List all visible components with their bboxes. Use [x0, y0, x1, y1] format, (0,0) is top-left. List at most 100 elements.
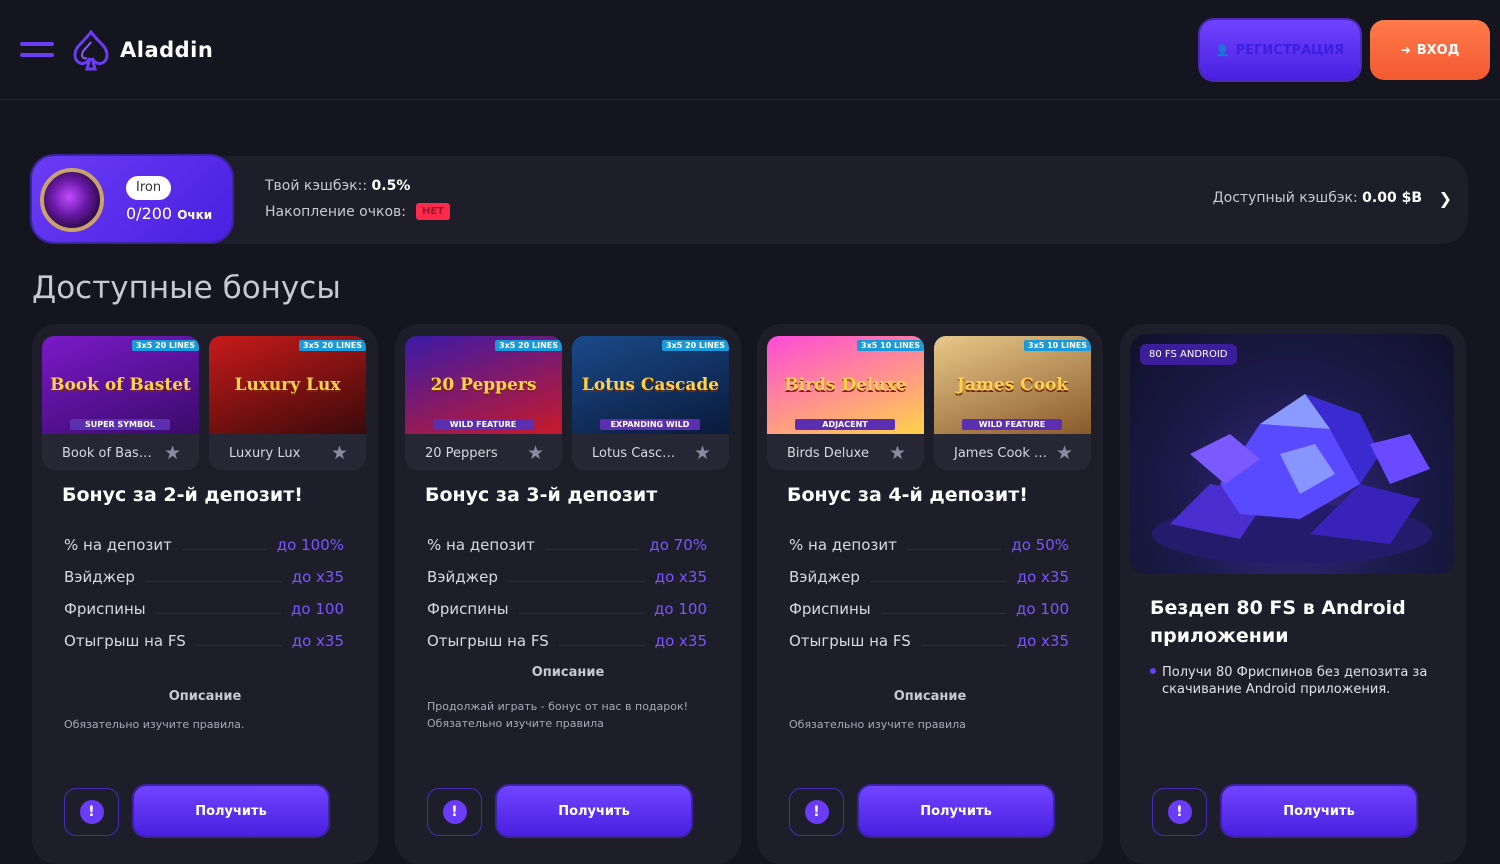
term-label: Фриспины: [789, 600, 871, 618]
status-badge: НЕТ: [415, 203, 451, 220]
description-text: Обязательно изучите правила.: [64, 718, 245, 731]
game-tile[interactable]: Lotus Cascade 3x5 20 LINES EXPANDING WIL…: [572, 336, 729, 470]
bonus-term-row: Отыгрыш на FS до x35: [789, 625, 1069, 657]
term-label: Фриспины: [427, 600, 509, 618]
game-name: Birds Deluxe: [787, 446, 869, 461]
game-thumbnail[interactable]: Birds Deluxe 3x5 10 LINES ADJACENT: [767, 336, 924, 434]
top-header: Aladdin 👤 РЕГИСТРАЦИЯ ➜ ВХОД: [0, 0, 1500, 100]
bonus-term-row: Вэйджер до x35: [64, 561, 344, 593]
loyalty-level-card[interactable]: Iron 0/200 Очки: [32, 156, 232, 242]
game-list: Book of Bastet 3x5 20 LINES SUPER SYMBOL…: [42, 336, 366, 470]
term-label: Отыгрыш на FS: [789, 632, 911, 650]
game-tile[interactable]: 20 Peppers 3x5 20 LINES WILD FEATURE 20 …: [405, 336, 562, 470]
game-thumbnail[interactable]: James Cook 3x5 10 LINES WILD FEATURE: [934, 336, 1091, 434]
term-value: до 70%: [649, 536, 707, 554]
game-art-title: Lotus Cascade: [581, 374, 720, 395]
game-art-title: Birds Deluxe: [784, 374, 907, 395]
dotted-divider: [195, 644, 282, 646]
promo-title: Бездеп 80 FS в Android приложении: [1150, 597, 1406, 647]
star-icon[interactable]: ★: [164, 442, 181, 464]
game-thumbnail[interactable]: Lotus Cascade 3x5 20 LINES EXPANDING WIL…: [572, 336, 729, 434]
game-list: 20 Peppers 3x5 20 LINES WILD FEATURE 20 …: [405, 336, 729, 470]
star-icon[interactable]: ★: [1056, 442, 1073, 464]
bonus-terms: % на депозит до 100% Вэйджер до x35 Фрис…: [64, 529, 344, 657]
term-label: % на депозит: [789, 536, 897, 554]
game-name: Lotus Casc…: [592, 446, 676, 461]
bonus-card: Birds Deluxe 3x5 10 LINES ADJACENT Birds…: [757, 324, 1103, 864]
promo-image: 80 FS ANDROID: [1130, 334, 1454, 574]
game-tile[interactable]: Luxury Lux 3x5 20 LINES Luxury Lux ★: [209, 336, 366, 470]
chevron-right-icon[interactable]: ❯: [1439, 189, 1452, 208]
star-icon[interactable]: ★: [694, 442, 711, 464]
game-feature-tag: EXPANDING WILD: [600, 419, 700, 430]
game-lines-tag: 3x5 20 LINES: [662, 340, 729, 351]
bonus-term-row: Отыгрыш на FS до x35: [64, 625, 344, 657]
term-label: Отыгрыш на FS: [64, 632, 186, 650]
bonus-term-row: Вэйджер до x35: [789, 561, 1069, 593]
term-label: % на депозит: [64, 536, 172, 554]
brand-name[interactable]: Aladdin: [120, 38, 213, 62]
star-icon[interactable]: ★: [331, 442, 348, 464]
description-title: Описание: [893, 689, 967, 704]
cashback-rate-value: 0.5%: [371, 178, 411, 194]
game-thumbnail[interactable]: Luxury Lux 3x5 20 LINES: [209, 336, 366, 434]
dotted-divider: [869, 580, 1007, 582]
game-tile[interactable]: James Cook 3x5 10 LINES WILD FEATURE Jam…: [934, 336, 1091, 470]
term-value: до x35: [1016, 568, 1069, 586]
game-tile[interactable]: Book of Bastet 3x5 20 LINES SUPER SYMBOL…: [42, 336, 199, 470]
bonus-term-row: Фриспины до 100: [789, 593, 1069, 625]
term-label: Вэйджер: [427, 568, 498, 586]
get-bonus-button[interactable]: Получить: [859, 786, 1053, 836]
available-cashback: Доступный кэшбэк: 0.00 $B: [1213, 190, 1422, 206]
promo-badge: 80 FS ANDROID: [1140, 344, 1237, 365]
term-value: до x35: [654, 568, 707, 586]
bonus-term-row: Фриспины до 100: [64, 593, 344, 625]
dotted-divider: [906, 548, 1002, 550]
game-feature-tag: ADJACENT: [795, 419, 895, 430]
game-thumbnail[interactable]: 20 Peppers 3x5 20 LINES WILD FEATURE: [405, 336, 562, 434]
game-tile[interactable]: Birds Deluxe 3x5 10 LINES ADJACENT Birds…: [767, 336, 924, 470]
level-badge: Iron: [126, 176, 172, 200]
register-button[interactable]: 👤 РЕГИСТРАЦИЯ: [1200, 20, 1360, 80]
get-bonus-button[interactable]: Получить: [1222, 786, 1416, 836]
points-accumulation: Накопление очков: НЕТ: [265, 203, 451, 220]
menu-icon[interactable]: [20, 42, 54, 58]
dotted-divider: [181, 548, 267, 550]
game-lines-tag: 3x5 20 LINES: [132, 340, 199, 351]
dotted-divider: [507, 580, 645, 582]
register-label: РЕГИСТРАЦИЯ: [1235, 42, 1345, 58]
info-button[interactable]: !: [427, 788, 482, 836]
game-list: Birds Deluxe 3x5 10 LINES ADJACENT Birds…: [767, 336, 1091, 470]
section-title: Доступные бонусы: [32, 270, 341, 306]
get-bonus-button[interactable]: Получить: [497, 786, 691, 836]
game-art-title: Luxury Lux: [234, 374, 341, 395]
game-thumbnail[interactable]: Book of Bastet 3x5 20 LINES SUPER SYMBOL: [42, 336, 199, 434]
info-button[interactable]: !: [1152, 788, 1207, 836]
description-text: Продолжай играть - бонус от нас в подаро…: [427, 700, 689, 730]
game-lines-tag: 3x5 20 LINES: [299, 340, 366, 351]
login-button[interactable]: ➜ ВХОД: [1370, 20, 1490, 80]
dotted-divider: [144, 580, 282, 582]
available-cashback-value: 0.00 $B: [1362, 190, 1422, 206]
game-feature-tag: SUPER SYMBOL: [70, 419, 170, 430]
bonus-term-row: Вэйджер до x35: [427, 561, 707, 593]
bonus-title: Бонус за 4-й депозит!: [787, 484, 1028, 506]
game-name: James Cook …: [954, 446, 1048, 461]
info-button[interactable]: !: [789, 788, 844, 836]
star-icon[interactable]: ★: [527, 442, 544, 464]
points-value: 0/200: [126, 204, 173, 223]
cashback-bar[interactable]: Iron 0/200 Очки Твой кэшбэк:: 0.5% Накоп…: [32, 156, 1468, 244]
cashback-rate: Твой кэшбэк:: 0.5%: [265, 178, 410, 194]
get-bonus-button[interactable]: Получить: [134, 786, 328, 836]
game-lines-tag: 3x5 10 LINES: [857, 340, 924, 351]
term-label: % на депозит: [427, 536, 535, 554]
exclamation-icon: !: [442, 800, 467, 824]
star-icon[interactable]: ★: [889, 442, 906, 464]
exclamation-icon: !: [804, 800, 829, 824]
bonus-term-row: Отыгрыш на FS до x35: [427, 625, 707, 657]
spade-logo-icon[interactable]: [72, 30, 110, 72]
exclamation-icon: !: [79, 800, 104, 824]
available-cashback-label: Доступный кэшбэк:: [1212, 190, 1358, 206]
bonus-card: Book of Bastet 3x5 20 LINES SUPER SYMBOL…: [32, 324, 378, 864]
info-button[interactable]: !: [64, 788, 119, 836]
